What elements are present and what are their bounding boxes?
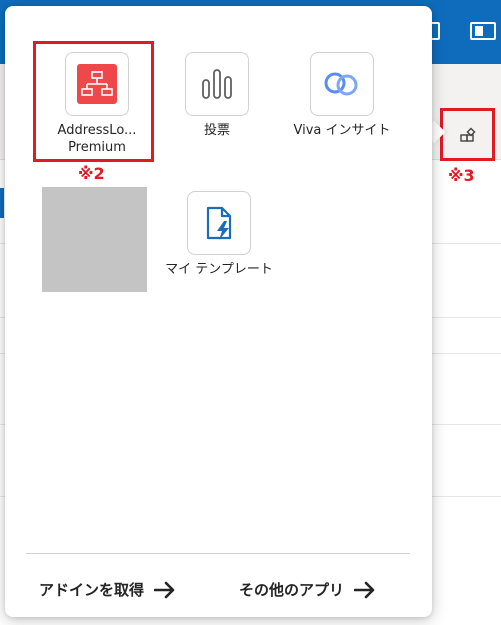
arrow-right-icon [154,581,176,599]
selected-item-indicator [0,188,4,218]
get-addins-link[interactable]: アドインを取得 [39,579,176,600]
app-tile-label: AddressLo... Premium [57,123,137,155]
get-addins-label: アドインを取得 [39,581,145,599]
app-tile-icon-frame [65,52,129,116]
apps-flyout: AddressLo... Premium 投票 Viva インサイト マイ テン… [5,6,432,617]
app-tile-label: マイ テンプレート [165,262,273,277]
callout-label-3: ※3 [448,166,475,185]
org-chart-icon [77,64,117,104]
poll-bars-icon [202,69,232,99]
more-apps-label: その他のアプリ [239,581,345,599]
app-tile-icon-frame [310,52,374,116]
onenote-icon[interactable] [470,22,496,40]
app-tile-label: 投票 [203,123,230,138]
app-tile-my-templates[interactable]: マイ テンプレート [164,191,274,278]
app-tile-poll[interactable]: 投票 [162,52,272,139]
viva-insights-icon [324,72,358,96]
app-tile-viva-insights[interactable]: Viva インサイト [287,52,397,139]
app-tile-icon-frame [187,191,251,255]
app-tile-placeholder[interactable] [42,187,147,292]
apps-button[interactable] [449,117,489,157]
callout-label-2: ※2 [78,164,105,183]
more-apps-link[interactable]: その他のアプリ [239,579,376,600]
app-tile-label: Viva インサイト [293,123,391,138]
template-document-icon [206,206,232,240]
app-tile-addresslo-premium[interactable]: AddressLo... Premium [42,52,152,156]
arrow-right-icon [354,581,376,599]
apps-grid-icon [460,127,476,142]
footer-divider [26,553,410,554]
app-tile-icon-frame [185,52,249,116]
